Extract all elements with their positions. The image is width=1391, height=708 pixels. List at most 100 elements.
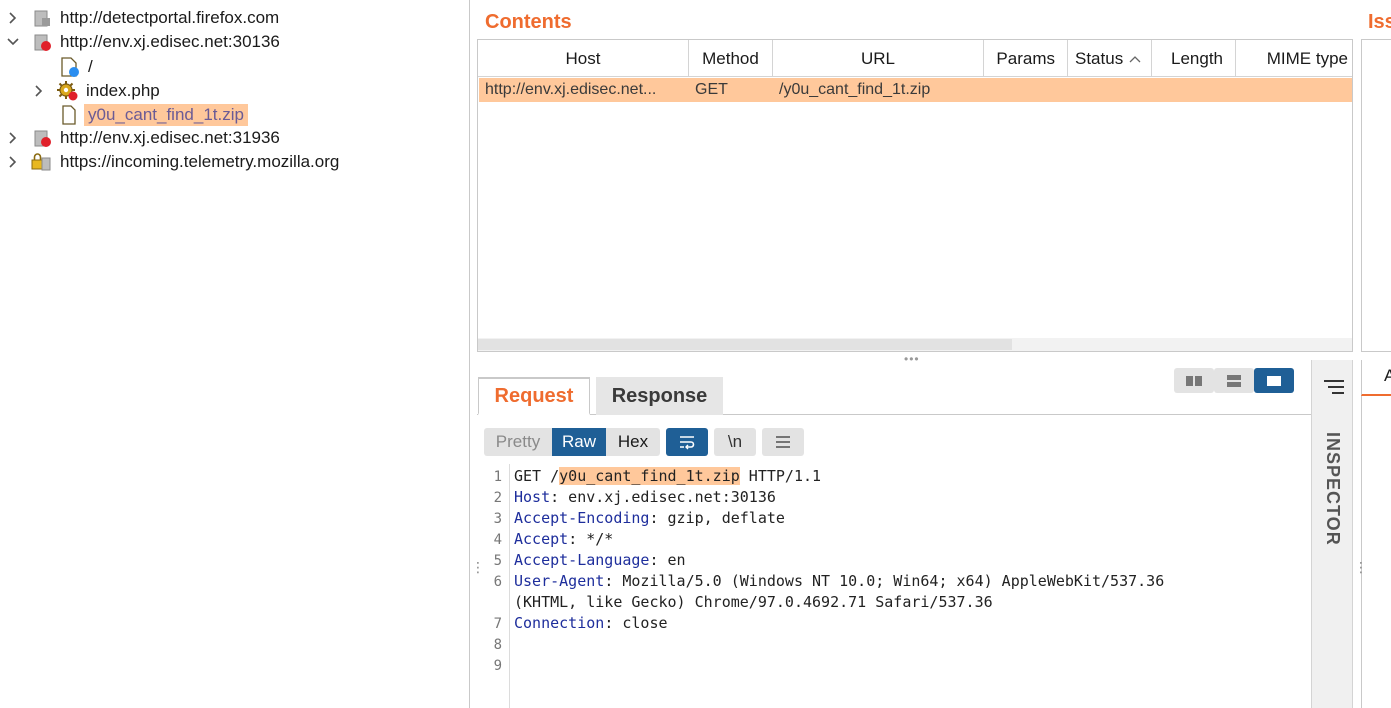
folder-icon [58,56,80,78]
tree-item-detectportal[interactable]: http://detectportal.firefox.com [6,6,283,30]
layout-stacked-button[interactable] [1214,368,1254,393]
column-mime-type[interactable]: MIME type [1236,40,1352,77]
header-line: Connection: close [514,614,668,632]
tree-item-label: https://incoming.telemetry.mozilla.org [60,152,340,171]
tree-item-label: http://env.xj.edisec.net:31936 [60,128,280,147]
tree-item-telemetry[interactable]: https://incoming.telemetry.mozilla.org [6,150,343,174]
request-line-suffix: HTTP/1.1 [739,467,822,485]
header-key: Accept [514,530,569,548]
header-value: : close [604,614,668,632]
tree-item-root-path[interactable]: / [58,55,97,79]
horizontal-scrollbar[interactable] [478,338,1352,351]
highlighted-path: y0u_cant_find_1t.zip [559,467,740,485]
splitter-handle[interactable]: ••• [904,352,920,366]
column-length[interactable]: Length [1152,40,1236,77]
line-number: 6 [493,574,502,590]
line-number: 3 [493,511,502,527]
tree-item-label: / [88,57,93,76]
header-key: Accept-Language [514,551,650,569]
host-icon [30,127,52,149]
header-line-wrapped: (KHTML, like Gecko) Chrome/97.0.4692.71 … [514,593,993,611]
header-line: User-Agent: Mozilla/5.0 (Windows NT 10.0… [514,572,1164,590]
header-value: : Mozilla/5.0 (Windows NT 10.0; Win64; x… [604,572,1165,590]
header-key: Accept-Encoding [514,509,650,527]
table-row[interactable]: http://env.xj.edisec.net... GET /y0u_can… [479,78,1352,102]
header-line: Host: env.xj.edisec.net:30136 [514,488,776,506]
header-line: Accept-Language: en [514,551,686,569]
rows-icon [1227,374,1241,387]
gutter-divider [509,464,510,708]
line-number: 1 [493,469,502,485]
tree-item-zip-file[interactable]: y0u_cant_find_1t.zip [58,103,248,127]
request-line-prefix: GET / [514,467,560,485]
cell-method: GET [695,81,728,98]
layout-side-by-side-button[interactable] [1174,368,1214,393]
header-key: User-Agent [514,572,605,590]
gear-script-icon [56,80,78,102]
wrap-icon [680,436,695,450]
column-status[interactable]: Status [1068,40,1152,77]
hamburger-icon [776,436,790,448]
host-icon [30,31,52,53]
chevron-right-icon[interactable] [6,155,20,169]
column-method[interactable]: Method [689,40,773,77]
table-header: Host Method URL Params Status Length MIM… [478,40,1352,77]
tab-request[interactable]: Request [478,377,590,415]
tree-item-label: http://env.xj.edisec.net:30136 [60,32,280,51]
issues-title: Iss [1368,11,1391,33]
issues-panel [1361,39,1391,352]
tree-item-label-selected: y0u_cant_find_1t.zip [84,104,248,126]
tree-item-label: index.php [86,81,160,100]
request-line: GET /y0u_cant_find_1t.zip HTTP/1.1 [514,467,821,485]
line-number: 4 [493,532,502,548]
inspector-sidebar[interactable]: INSPECTOR [1311,360,1353,708]
tree-item-index-php[interactable]: index.php [32,79,164,103]
line-number: 9 [493,658,502,674]
chevron-right-icon[interactable] [6,11,20,25]
line-number: 8 [493,637,502,653]
contents-title: Contents [485,11,572,33]
options-menu-button[interactable] [762,428,804,456]
lock-icon [30,151,52,173]
column-host[interactable]: Host [478,40,689,77]
cell-url: /y0u_cant_find_1t.zip [779,81,931,98]
column-params[interactable]: Params [984,40,1068,77]
file-icon [58,104,80,126]
header-value: : gzip, deflate [649,509,785,527]
header-key: Host [514,488,551,506]
column-status-label: Status [1075,48,1124,68]
inspector-menu-icon[interactable] [1323,378,1345,396]
columns-icon [1186,375,1202,386]
tree-item-env-31936[interactable]: http://env.xj.edisec.net:31936 [6,126,284,150]
hex-button[interactable]: Hex [606,428,660,456]
column-url[interactable]: URL [773,40,984,77]
host-icon [30,7,52,29]
layout-single-button[interactable] [1254,368,1294,393]
header-value: : */* [568,530,614,548]
panel-divider [1361,396,1362,708]
issues-advisory-tab[interactable]: A [1361,360,1391,396]
single-pane-icon [1267,375,1281,386]
tree-item-label: http://detectportal.firefox.com [60,8,280,27]
site-map-tree: http://detectportal.firefox.com http://e… [0,0,470,708]
sort-ascending-icon [1129,55,1141,62]
chevron-right-icon[interactable] [32,84,46,98]
view-mode-toolbar: Pretty Raw Hex [484,428,660,456]
cell-host: http://env.xj.edisec.net... [485,81,657,98]
left-resize-grip[interactable]: ⋮ [471,560,485,574]
tree-item-env-30136[interactable]: http://env.xj.edisec.net:30136 [6,30,284,54]
inspector-label: INSPECTOR [1323,432,1343,546]
header-key: Connection [514,614,605,632]
chevron-down-icon[interactable] [6,35,20,49]
right-resize-grip[interactable]: ⋮ [1354,560,1368,574]
line-number: 2 [493,490,502,506]
scrollbar-thumb[interactable] [478,339,1012,350]
chevron-right-icon[interactable] [6,131,20,145]
word-wrap-button[interactable] [666,428,708,456]
header-line: Accept: */* [514,530,613,548]
header-value: : env.xj.edisec.net:30136 [550,488,776,506]
show-newlines-button[interactable]: \n [714,428,756,456]
tab-response[interactable]: Response [596,377,723,415]
pretty-button[interactable]: Pretty [484,428,552,456]
raw-button[interactable]: Raw [552,428,606,456]
